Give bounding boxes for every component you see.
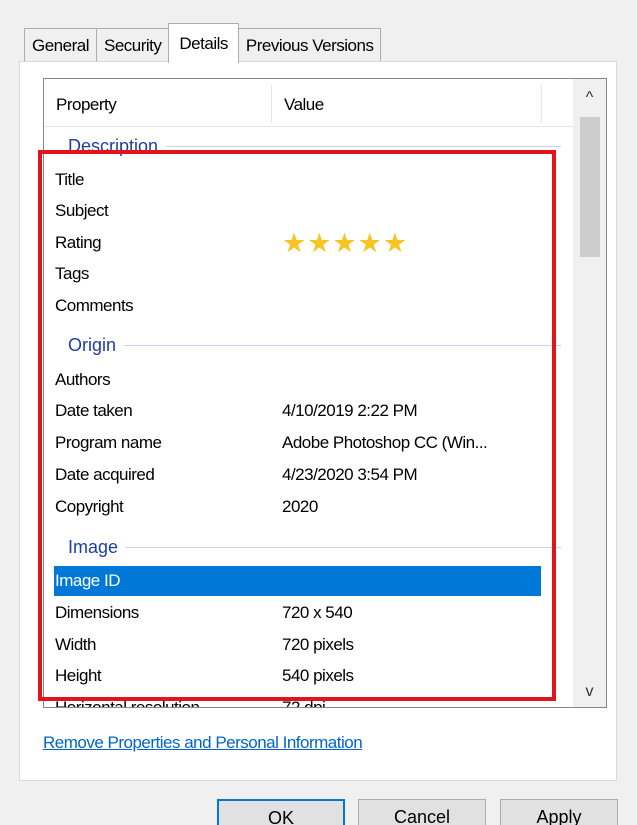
property-value[interactable]: 2020 — [282, 497, 318, 517]
property-row-width[interactable]: Width 720 pixels — [54, 630, 541, 660]
property-name: Rating — [55, 233, 102, 252]
property-name: Title — [55, 170, 85, 189]
scroll-up-arrow-icon[interactable]: ^ — [573, 83, 606, 113]
group-divider-line — [126, 546, 561, 548]
ok-button[interactable]: OK — [217, 799, 345, 825]
apply-button[interactable]: Apply — [500, 799, 618, 825]
property-row-horizontal-resolution[interactable]: Horizontal resolution 72 dpi — [54, 693, 541, 708]
tab-previous-versions[interactable]: Previous Versions — [237, 28, 382, 62]
property-name: Date acquired — [55, 465, 155, 484]
property-row-comments[interactable]: Comments — [54, 291, 541, 321]
tab-details[interactable]: Details — [168, 23, 239, 63]
property-row-dimensions[interactable]: Dimensions 720 x 540 — [54, 598, 541, 628]
property-row-copyright[interactable]: Copyright 2020 — [54, 492, 541, 522]
property-value[interactable]: 540 pixels — [282, 666, 354, 686]
property-name: Comments — [55, 296, 134, 315]
property-value[interactable]: Adobe Photoshop CC (Win... — [282, 433, 488, 453]
group-header-origin: Origin — [56, 333, 561, 357]
property-list[interactable]: Property Value Description Title Subject… — [43, 78, 607, 708]
property-name: Date taken — [55, 401, 133, 420]
column-divider[interactable] — [541, 85, 542, 123]
property-value[interactable]: 72 dpi — [282, 698, 326, 707]
column-divider[interactable] — [271, 85, 272, 123]
group-header-description: Description — [56, 134, 561, 158]
group-label: Image — [68, 536, 119, 557]
property-row-program-name[interactable]: Program name Adobe Photoshop CC (Win... — [54, 428, 541, 458]
vertical-scrollbar[interactable]: ^ v — [573, 79, 606, 707]
property-value[interactable]: 4/23/2020 3:54 PM — [282, 465, 418, 485]
property-row-subject[interactable]: Subject — [54, 196, 541, 226]
scroll-down-arrow-icon[interactable]: v — [573, 677, 606, 707]
scroll-thumb[interactable] — [580, 117, 600, 257]
group-header-image: Image — [56, 535, 561, 559]
property-name: Dimensions — [55, 603, 139, 622]
tab-general[interactable]: General — [24, 28, 97, 62]
property-name: Authors — [55, 370, 111, 389]
property-name: Program name — [55, 433, 162, 452]
property-name: Width — [55, 635, 96, 654]
property-name: Copyright — [55, 497, 124, 516]
property-value[interactable]: 720 x 540 — [282, 603, 353, 623]
remove-properties-link[interactable]: Remove Properties and Personal Informati… — [43, 733, 363, 753]
property-row-rating[interactable]: Rating ★★★★★ — [54, 228, 541, 258]
property-row-image-id[interactable]: Image ID — [54, 566, 541, 596]
cancel-button[interactable]: Cancel — [358, 799, 486, 825]
tab-strip: General Security Details Previous Versio… — [24, 23, 382, 63]
group-label: Origin — [68, 334, 117, 355]
property-row-tags[interactable]: Tags — [54, 259, 541, 289]
property-name: Height — [55, 666, 102, 685]
tab-security[interactable]: Security — [95, 28, 170, 62]
property-row-date-acquired[interactable]: Date acquired 4/23/2020 3:54 PM — [54, 460, 541, 490]
star-rating-icon[interactable]: ★★★★★ — [282, 229, 408, 257]
column-header-row: Property Value — [44, 79, 574, 127]
group-divider-line — [124, 344, 561, 346]
property-row-date-taken[interactable]: Date taken 4/10/2019 2:22 PM — [54, 396, 541, 426]
property-value[interactable]: 720 pixels — [282, 635, 354, 655]
property-name: Horizontal resolution — [55, 698, 200, 708]
property-name: Subject — [55, 201, 109, 220]
property-name: Tags — [55, 264, 89, 283]
property-row-height[interactable]: Height 540 pixels — [54, 661, 541, 691]
group-label: Description — [68, 135, 159, 156]
property-row-authors[interactable]: Authors — [54, 365, 541, 395]
column-header-property[interactable]: Property — [56, 95, 117, 115]
group-divider-line — [166, 145, 561, 147]
property-name: Image ID — [55, 571, 120, 590]
property-row-title[interactable]: Title — [54, 165, 541, 195]
property-value[interactable]: 4/10/2019 2:22 PM — [282, 401, 418, 421]
column-header-value[interactable]: Value — [284, 95, 324, 115]
property-list-content: Property Value Description Title Subject… — [44, 79, 574, 707]
